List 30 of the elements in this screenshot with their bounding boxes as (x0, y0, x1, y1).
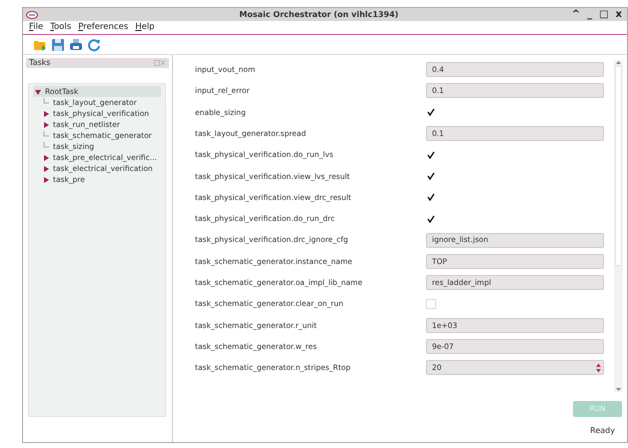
checkmark-icon (427, 108, 435, 116)
checkbox[interactable] (426, 192, 436, 202)
spin-arrows-icon[interactable] (596, 362, 601, 373)
scroll-up-icon[interactable] (616, 60, 621, 66)
maximize-button[interactable]: □ (597, 10, 611, 20)
maximize-caret-button[interactable]: ^ (570, 10, 582, 20)
print-icon[interactable] (69, 38, 83, 52)
menu-item[interactable]: Tools (50, 21, 72, 34)
save-icon[interactable] (51, 38, 65, 52)
panel-title: Tasks (29, 57, 50, 69)
menu-item[interactable]: File (29, 21, 44, 34)
expanded-triangle-icon[interactable] (35, 88, 41, 94)
checkbox[interactable] (426, 171, 436, 182)
app-logo-icon (26, 10, 38, 18)
checkbox[interactable] (426, 214, 436, 224)
scroll-down-icon[interactable] (616, 386, 621, 392)
checkbox[interactable] (426, 150, 436, 160)
minimize-button[interactable]: _ (585, 10, 594, 20)
checkbox[interactable] (426, 107, 436, 118)
checkmark-icon (427, 150, 435, 159)
checkmark-icon (427, 214, 435, 223)
menu-item[interactable]: Help (135, 21, 155, 34)
window-title: Mosaic Orchestrator (on vihlc1394) (239, 8, 398, 20)
checkmark-icon (427, 172, 435, 180)
checkmark-icon (427, 193, 435, 202)
vertical-scrollbar[interactable] (614, 60, 623, 392)
refresh-icon[interactable] (87, 38, 101, 52)
menu-item[interactable]: Preferences (78, 21, 128, 34)
close-button[interactable]: x (614, 10, 624, 20)
status-text: Ready (590, 425, 615, 437)
